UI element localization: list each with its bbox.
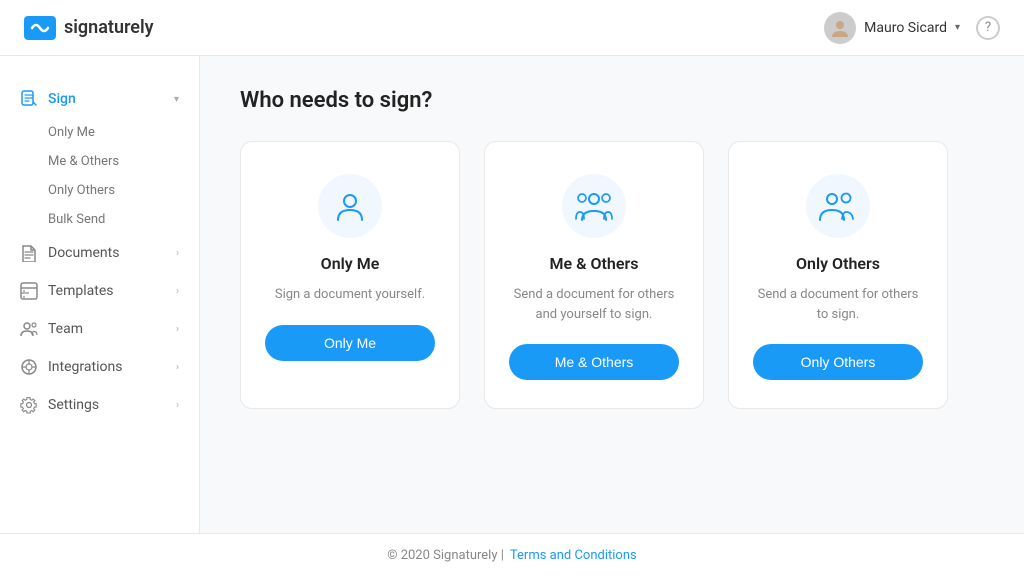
sidebar-team-label: Team <box>48 321 166 337</box>
others-icon <box>818 188 858 224</box>
card-me-and-others-desc: Send a document for others and yourself … <box>509 285 679 324</box>
card-me-and-others-icon-wrapper <box>562 174 626 238</box>
sidebar-integrations-label: Integrations <box>48 359 166 375</box>
logo-icon <box>24 16 56 40</box>
integrations-chevron-icon: › <box>176 362 179 373</box>
sidebar-item-integrations[interactable]: Integrations › <box>0 348 199 386</box>
user-name: Mauro Sicard <box>864 20 947 36</box>
sidebar-subitem-only-me[interactable]: Only Me <box>48 118 199 147</box>
card-me-and-others-title: Me & Others <box>550 254 639 273</box>
footer-copyright: © 2020 Signaturely | <box>387 548 504 563</box>
card-only-me-title: Only Me <box>321 254 380 273</box>
doc-icon <box>20 244 38 262</box>
sidebar-item-settings[interactable]: Settings › <box>0 386 199 424</box>
template-icon <box>20 282 38 300</box>
cards-container: Only Me Sign a document yourself. Only M… <box>240 141 984 409</box>
page-title: Who needs to sign? <box>240 88 984 113</box>
user-menu-chevron-icon: ▾ <box>955 22 960 33</box>
sidebar-subitem-bulk-send[interactable]: Bulk Send <box>48 205 199 234</box>
sidebar-documents-label: Documents <box>48 245 166 261</box>
footer-terms-link[interactable]: Terms and Conditions <box>510 548 637 563</box>
app-header: signaturely Mauro Sicard ▾ ? <box>0 0 1024 56</box>
card-only-others: Only Others Send a document for others t… <box>728 141 948 409</box>
settings-chevron-icon: › <box>176 400 179 411</box>
logo-text: signaturely <box>64 17 154 38</box>
sidebar-item-templates[interactable]: Templates › <box>0 272 199 310</box>
templates-chevron-icon: › <box>176 286 179 297</box>
sidebar: Sign ▾ Only Me Me & Others Only Others B… <box>0 56 200 533</box>
card-only-others-icon-wrapper <box>806 174 870 238</box>
only-others-button[interactable]: Only Others <box>753 344 923 380</box>
team-icon <box>20 320 38 338</box>
card-only-others-title: Only Others <box>796 254 880 273</box>
sidebar-item-sign[interactable]: Sign ▾ <box>0 80 199 118</box>
sidebar-settings-label: Settings <box>48 397 166 413</box>
card-only-me-icon-wrapper <box>318 174 382 238</box>
multi-user-icon <box>574 188 614 224</box>
card-only-me-desc: Sign a document yourself. <box>275 285 425 305</box>
logo: signaturely <box>24 16 154 40</box>
sign-icon <box>20 90 38 108</box>
team-chevron-icon: › <box>176 324 179 335</box>
header-right: Mauro Sicard ▾ ? <box>824 12 1000 44</box>
only-me-button[interactable]: Only Me <box>265 325 435 361</box>
sidebar-item-documents[interactable]: Documents › <box>0 234 199 272</box>
card-only-me: Only Me Sign a document yourself. Only M… <box>240 141 460 409</box>
settings-icon <box>20 396 38 414</box>
documents-chevron-icon: › <box>176 248 179 259</box>
user-menu[interactable]: Mauro Sicard ▾ <box>824 12 960 44</box>
me-and-others-button[interactable]: Me & Others <box>509 344 679 380</box>
card-me-and-others: Me & Others Send a document for others a… <box>484 141 704 409</box>
footer: © 2020 Signaturely | Terms and Condition… <box>0 533 1024 577</box>
sidebar-subitem-only-others[interactable]: Only Others <box>48 176 199 205</box>
sidebar-sign-label: Sign <box>48 91 164 107</box>
avatar <box>824 12 856 44</box>
sign-subitems: Only Me Me & Others Only Others Bulk Sen… <box>0 118 199 234</box>
sidebar-templates-label: Templates <box>48 283 166 299</box>
sign-chevron-icon: ▾ <box>174 94 179 105</box>
card-only-others-desc: Send a document for others to sign. <box>753 285 923 324</box>
integrations-icon <box>20 358 38 376</box>
help-button[interactable]: ? <box>976 16 1000 40</box>
sidebar-subitem-me-and-others[interactable]: Me & Others <box>48 147 199 176</box>
layout: Sign ▾ Only Me Me & Others Only Others B… <box>0 56 1024 533</box>
sidebar-item-team[interactable]: Team › <box>0 310 199 348</box>
single-user-icon <box>332 188 368 224</box>
main-content: Who needs to sign? Only Me Sign a docume… <box>200 56 1024 533</box>
